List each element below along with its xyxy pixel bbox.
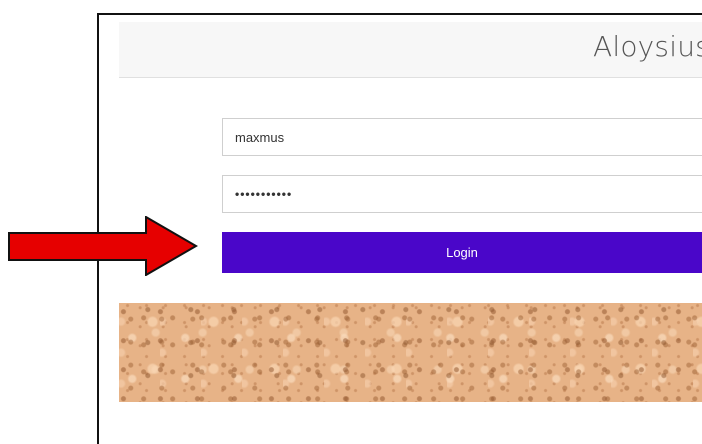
password-value: ••••••••••• <box>235 187 293 201</box>
login-button[interactable]: Login <box>222 232 702 273</box>
username-value: maxmus <box>235 129 285 145</box>
red-arrow-icon <box>8 216 198 276</box>
login-button-label: Login <box>446 245 478 260</box>
app-header: Aloysius <box>119 22 702 78</box>
username-input[interactable]: maxmus <box>222 118 702 156</box>
app-title: Aloysius <box>593 30 702 63</box>
password-input[interactable]: ••••••••••• <box>222 175 702 213</box>
cork-background-image <box>119 303 702 402</box>
frame-border-top <box>97 13 702 15</box>
